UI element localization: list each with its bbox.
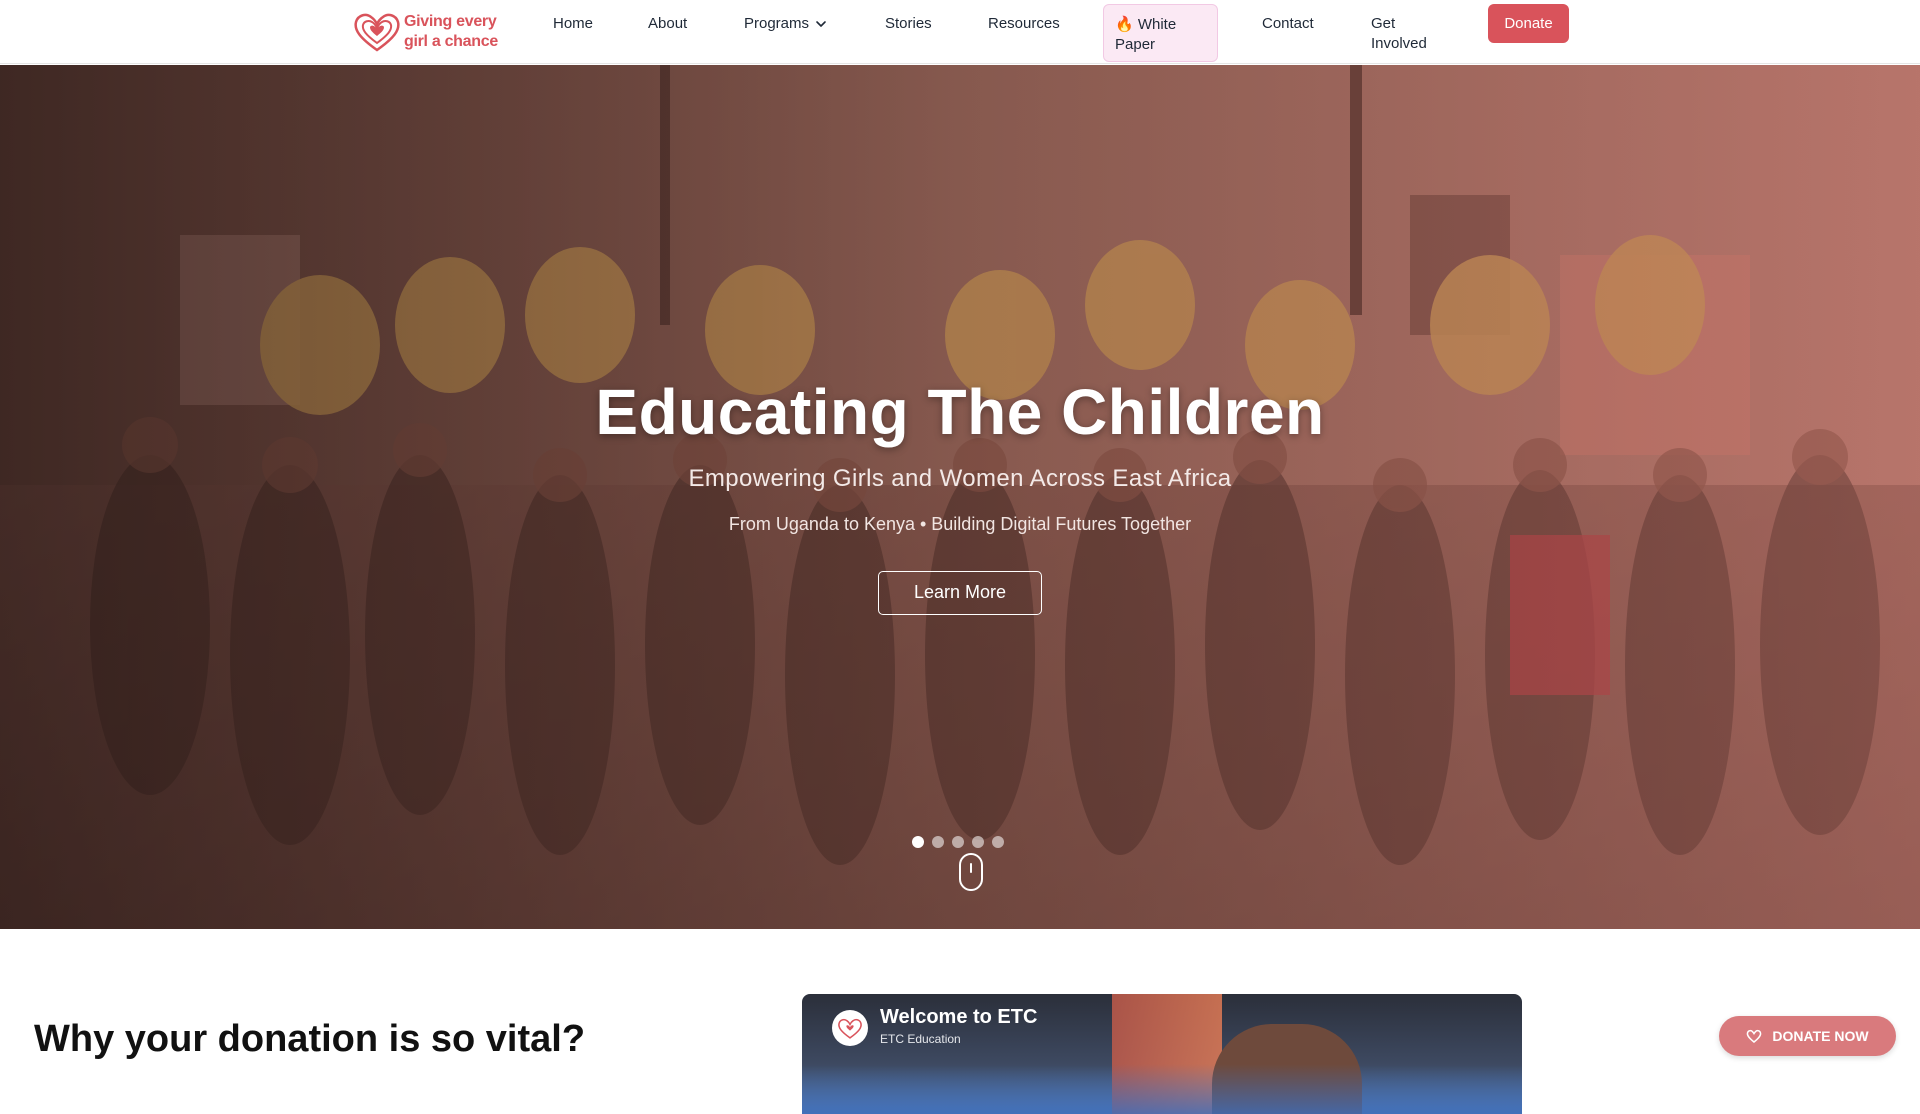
carousel-dot-3[interactable] (952, 836, 964, 848)
nav-programs[interactable]: Programs (744, 14, 827, 34)
video-title[interactable]: Welcome to ETC (880, 1006, 1037, 1029)
nav-about[interactable]: About (648, 14, 687, 34)
scroll-mouse-icon[interactable] (959, 853, 983, 891)
learn-more-button[interactable]: Learn More (878, 571, 1042, 615)
hero-tagline: From Uganda to Kenya • Building Digital … (728, 514, 1192, 534)
nav-contact[interactable]: Contact (1262, 14, 1314, 34)
hero-overlay (0, 65, 1920, 929)
heart-logo-icon (354, 13, 400, 52)
nav-resources[interactable]: Resources (988, 14, 1060, 34)
carousel-dot-5[interactable] (992, 836, 1004, 848)
nav-stories[interactable]: Stories (885, 14, 932, 34)
video-embed[interactable]: Welcome to ETC ETC Education (802, 994, 1522, 1114)
navbar: Giving every girl a chance Home About Pr… (0, 0, 1920, 64)
carousel-dots (912, 836, 1004, 848)
nav-home[interactable]: Home (553, 14, 593, 34)
carousel-dot-1[interactable] (912, 836, 924, 848)
carousel-dot-4[interactable] (972, 836, 984, 848)
nav-white-paper[interactable]: 🔥 White Paper (1103, 4, 1218, 62)
heart-icon (1747, 1029, 1762, 1043)
heart-logo-icon (838, 1018, 862, 1039)
brand-name-line2: girl a chance (404, 33, 498, 50)
floating-donate-button[interactable]: DONATE NOW (1719, 1016, 1896, 1056)
brand-logo[interactable]: Giving every girl a chance (352, 10, 512, 54)
brand-name-line1: Giving every (404, 13, 497, 30)
section-heading: Why your donation is so vital? (34, 1018, 586, 1060)
chevron-down-icon (816, 21, 826, 27)
video-thumbnail-gradient (802, 1064, 1522, 1114)
hero-subtitle: Empowering Girls and Women Across East A… (688, 465, 1232, 492)
nav-get-involved[interactable]: Get Involved (1371, 14, 1441, 54)
hero-title: Educating The Children (595, 376, 1325, 448)
brand-name: Giving every girl a chance (404, 12, 498, 52)
nav-programs-label: Programs (744, 15, 810, 32)
floating-donate-label: DONATE NOW (1772, 1028, 1869, 1044)
carousel-dot-2[interactable] (932, 836, 944, 848)
video-channel[interactable]: ETC Education (880, 1032, 961, 1046)
nav-donate-button[interactable]: Donate (1488, 4, 1569, 43)
channel-avatar[interactable] (832, 1010, 868, 1046)
hero-carousel: Educating The Children Empowering Girls … (0, 65, 1920, 929)
